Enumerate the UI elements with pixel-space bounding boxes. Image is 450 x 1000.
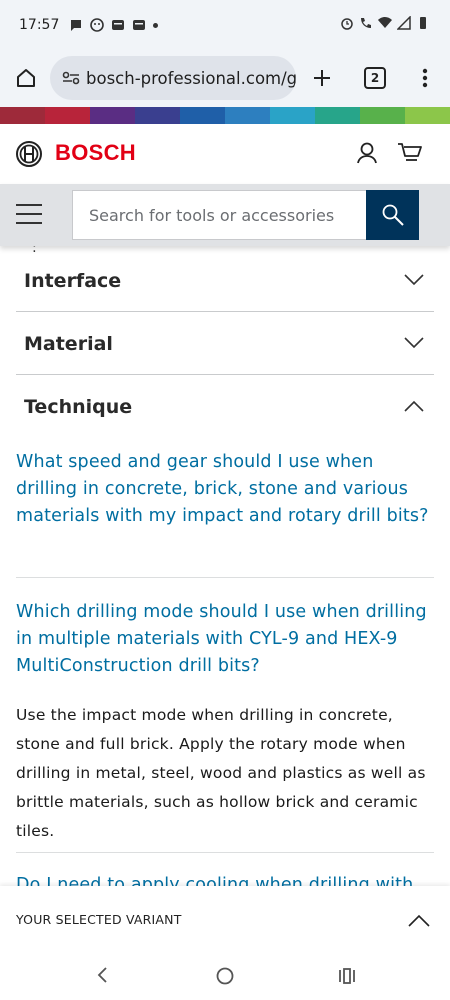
divider	[16, 852, 434, 853]
browser-toolbar: bosch-professional.com/gb 2	[0, 50, 450, 107]
cart-icon[interactable]	[397, 141, 423, 165]
alarm-icon	[341, 18, 353, 30]
brand-color-segment	[45, 107, 90, 124]
faq-content: : Interface Material Technique What spee…	[0, 246, 450, 886]
call-icon	[361, 18, 371, 28]
search-icon	[382, 204, 404, 226]
mail-notification-icon	[133, 20, 146, 30]
mail-notification-icon	[112, 20, 125, 30]
chevron-down-icon	[404, 337, 424, 349]
signal-icon	[397, 16, 411, 30]
bosch-logo-icon[interactable]	[15, 140, 43, 168]
brand-color-segment	[315, 107, 360, 124]
back-icon[interactable]	[96, 966, 108, 984]
search-input[interactable]	[72, 190, 366, 240]
brand-color-segment	[180, 107, 225, 124]
chevron-down-icon	[404, 274, 424, 286]
faq-answer: Use the impact mode when drilling in con…	[16, 706, 426, 840]
more-menu-icon[interactable]	[420, 66, 430, 90]
brand-color-segment	[0, 107, 45, 124]
accordion-interface[interactable]: Interface	[16, 250, 434, 312]
system-navigation-bar	[0, 952, 450, 1000]
site-header: BOSCH	[0, 124, 450, 184]
selected-variant-bar[interactable]: YOUR SELECTED VARIANT	[0, 886, 450, 952]
brand-color-segment	[135, 107, 180, 124]
search-button[interactable]	[366, 190, 419, 240]
recents-icon[interactable]	[338, 968, 356, 984]
brand-logo-text[interactable]: BOSCH	[55, 140, 136, 166]
new-tab-icon[interactable]	[310, 66, 334, 90]
faq-question-link[interactable]: Do I need to apply cooling when drilling…	[16, 872, 432, 886]
status-time: 17:57	[19, 17, 60, 33]
brand-color-segment	[90, 107, 135, 124]
url-text: bosch-professional.com/gb	[86, 68, 296, 88]
brand-color-segment	[225, 107, 270, 124]
hamburger-menu-icon[interactable]	[16, 204, 42, 224]
chevron-up-icon	[404, 400, 424, 412]
selected-variant-label: YOUR SELECTED VARIANT	[16, 912, 182, 927]
accordion-title: Material	[24, 333, 113, 355]
accordion-material[interactable]: Material	[16, 313, 434, 375]
battery-icon	[420, 17, 426, 29]
wifi-icon	[378, 17, 392, 28]
more-notifications-dot	[153, 22, 159, 28]
brand-color-segment	[405, 107, 450, 124]
account-icon[interactable]	[356, 141, 378, 165]
accordion-technique[interactable]: Technique	[16, 376, 434, 438]
emoji-notification-icon	[90, 18, 105, 32]
brand-color-segment	[360, 107, 405, 124]
site-settings-icon[interactable]	[62, 71, 80, 85]
tab-switcher-button[interactable]: 2	[364, 67, 386, 89]
home-nav-icon[interactable]	[216, 967, 234, 985]
home-icon[interactable]	[14, 66, 38, 90]
brand-color-strip	[0, 107, 450, 124]
status-bar: 17:57	[0, 0, 450, 50]
address-bar[interactable]: bosch-professional.com/gb	[50, 56, 296, 100]
accordion-title: Interface	[24, 270, 122, 292]
chat-notification-icon	[71, 20, 82, 31]
chevron-up-icon[interactable]	[408, 914, 430, 927]
divider	[16, 577, 434, 578]
faq-question-link[interactable]: Which drilling mode should I use when dr…	[16, 599, 432, 681]
faq-question-link[interactable]: What speed and gear should I use when dr…	[16, 449, 432, 531]
brand-color-segment	[270, 107, 315, 124]
accordion-title: Technique	[24, 396, 133, 418]
search-row	[0, 184, 450, 246]
